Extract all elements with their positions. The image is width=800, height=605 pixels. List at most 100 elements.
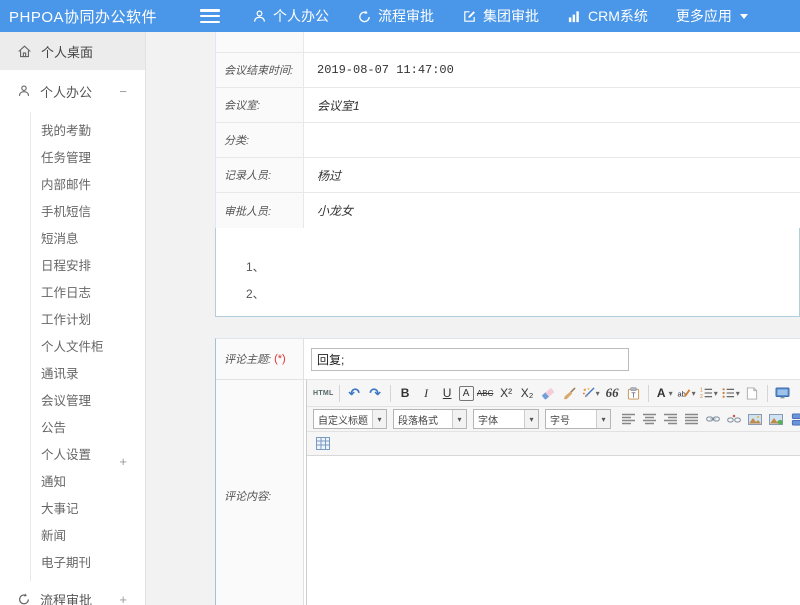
sidebar-item[interactable]: 个人文件柜 <box>0 334 145 361</box>
editor-toolbar-row2: 自定义标题▾ 段落格式▾ 字体▾ 字号▾ <box>307 407 800 432</box>
undo-icon[interactable]: ↶ <box>345 383 364 403</box>
expand-icon[interactable]: + <box>119 592 127 605</box>
note-line: 1、 <box>246 254 799 281</box>
table-row: 分类: <box>216 123 800 158</box>
sidebar-item[interactable]: 工作日志 <box>0 280 145 307</box>
field-label: 分类: <box>216 123 304 157</box>
paragraph-format-select[interactable]: 段落格式▾ <box>393 409 467 429</box>
field-label: 审批人员: <box>216 193 304 228</box>
sidebar-group-label: 流程审批 <box>40 590 92 605</box>
editor-toolbar-row1: HTML ↶ ↷ B I U A ABC X² X₂ <box>307 380 800 407</box>
sidebar-item[interactable]: 我的考勤 <box>0 118 145 145</box>
sidebar-item-label: 我的考勤 <box>41 124 91 138</box>
caret-down-icon: ▾ <box>596 410 610 428</box>
sidebar-item[interactable]: 任务管理 <box>0 145 145 172</box>
nav-label: 更多应用 <box>676 6 732 26</box>
font-family-select[interactable]: 字体▾ <box>473 409 539 429</box>
ordered-list-icon[interactable]: 12 ▾ <box>699 387 719 399</box>
strikethrough-button[interactable]: ABC <box>476 383 495 403</box>
sidebar-item[interactable]: 新闻 <box>0 523 145 550</box>
clean-format-broom-icon[interactable] <box>560 383 579 403</box>
font-size-select[interactable]: 字号▾ <box>545 409 611 429</box>
editor-content-area[interactable] <box>307 456 800 605</box>
bold-button[interactable]: B <box>396 383 415 403</box>
sidebar-item-label: 通知 <box>41 475 66 489</box>
sidebar-item[interactable]: 会议管理 <box>0 388 145 415</box>
svg-text:T: T <box>631 392 636 399</box>
sidebar-item[interactable]: 日程安排 <box>0 253 145 280</box>
sidebar-item[interactable]: 工作计划 <box>0 307 145 334</box>
svg-text:2: 2 <box>700 394 703 399</box>
table-row <box>216 32 800 53</box>
link-icon[interactable] <box>703 409 722 429</box>
eraser-icon[interactable] <box>539 383 558 403</box>
edit-icon <box>462 9 477 24</box>
sidebar-item[interactable]: 公告 <box>0 415 145 442</box>
insert-table-icon[interactable] <box>313 434 332 454</box>
field-value: 会议室1 <box>304 88 800 122</box>
upload-image-icon[interactable] <box>766 409 785 429</box>
comment-content-row: 评论内容: HTML ↶ ↷ B I U A ABC X² X₂ <box>216 380 800 605</box>
font-style-button[interactable]: A <box>459 386 474 401</box>
paste-text-icon[interactable]: T <box>624 383 643 403</box>
redo-icon[interactable]: ↷ <box>366 383 385 403</box>
heading-select[interactable]: 自定义标题▾ <box>313 409 387 429</box>
sidebar-item[interactable]: 通讯录 <box>0 361 145 388</box>
field-value: 小龙女 <box>304 193 800 228</box>
meeting-info-table: 会议结束时间: 2019-08-07 11:47:00 会议室: 会议室1 分类… <box>215 32 800 228</box>
align-center-icon[interactable] <box>640 409 659 429</box>
comment-subject-input[interactable] <box>311 348 629 371</box>
nav-crm-system[interactable]: CRM系统 <box>567 6 648 26</box>
sidebar-group-personal-office[interactable]: 个人办公 − <box>0 70 145 112</box>
sidebar-item[interactable]: 大事记 <box>0 496 145 523</box>
caret-down-icon: ▾ <box>692 389 696 398</box>
caret-down-icon: ▾ <box>669 389 673 398</box>
unordered-list-icon[interactable]: ▾ <box>721 387 741 399</box>
table-row: 会议结束时间: 2019-08-07 11:47:00 <box>216 53 800 88</box>
sidebar-item[interactable]: 手机短信 <box>0 199 145 226</box>
fullscreen-monitor-icon[interactable] <box>773 383 792 403</box>
superscript-button[interactable]: X² <box>497 383 516 403</box>
align-left-icon[interactable] <box>619 409 638 429</box>
sidebar-item[interactable]: 通知 <box>0 469 145 496</box>
align-right-icon[interactable] <box>661 409 680 429</box>
unlink-icon[interactable] <box>724 409 743 429</box>
sidebar-item-label: 工作日志 <box>41 286 91 300</box>
blockquote-button[interactable]: 66 <box>603 383 622 403</box>
new-page-icon[interactable] <box>743 383 762 403</box>
nav-group-approval[interactable]: 集团审批 <box>462 6 539 26</box>
insert-image-icon[interactable] <box>745 409 764 429</box>
sidebar-item-label: 个人设置 <box>41 448 91 462</box>
html-source-button[interactable]: HTML <box>313 383 334 403</box>
font-color-button[interactable]: A ▾ <box>654 383 674 403</box>
sidebar-item-settings[interactable]: 个人设置+ <box>0 442 145 469</box>
nav-personal-office[interactable]: 个人办公 <box>252 6 329 26</box>
sidebar-item[interactable]: 内部邮件 <box>0 172 145 199</box>
table-row: 会议室: 会议室1 <box>216 88 800 123</box>
bar-chart-icon <box>567 9 582 24</box>
sidebar-item-desktop[interactable]: 个人桌面 <box>0 32 145 70</box>
sidebar-item-label: 任务管理 <box>41 151 91 165</box>
highlight-color-icon[interactable]: ab ▾ <box>676 387 697 400</box>
underline-button[interactable]: U <box>438 383 457 403</box>
menu-icon[interactable] <box>200 9 220 23</box>
table-row: 记录人员: 杨过 <box>216 158 800 193</box>
nav-label: CRM系统 <box>588 6 648 26</box>
meeting-notes-box: 1、 2、 <box>215 228 800 317</box>
sidebar-item[interactable]: 短消息 <box>0 226 145 253</box>
sidebar-item[interactable]: 电子期刊 <box>0 550 145 577</box>
collapse-icon[interactable]: − <box>119 84 127 99</box>
align-justify-icon[interactable] <box>682 409 701 429</box>
sidebar-item-label: 工作计划 <box>41 313 91 327</box>
app-logo: PHPOA协同办公软件 <box>0 6 192 27</box>
sidebar-submenu: 我的考勤 任务管理 内部邮件 手机短信 短消息 日程安排 工作日志 工作计划 个… <box>0 112 145 581</box>
auto-typeset-wand-icon[interactable]: ▾ <box>581 387 601 400</box>
nav-more-apps[interactable]: 更多应用 <box>676 6 748 26</box>
insert-media-icon[interactable] <box>787 409 800 429</box>
sidebar-group-workflow[interactable]: 流程审批 + <box>0 581 145 605</box>
nav-workflow-approval[interactable]: 流程审批 <box>357 6 434 26</box>
italic-button[interactable]: I <box>417 383 436 403</box>
editor-toolbar-row3 <box>307 432 800 456</box>
subscript-button[interactable]: X₂ <box>518 383 537 403</box>
sidebar-item-label: 日程安排 <box>41 259 91 273</box>
